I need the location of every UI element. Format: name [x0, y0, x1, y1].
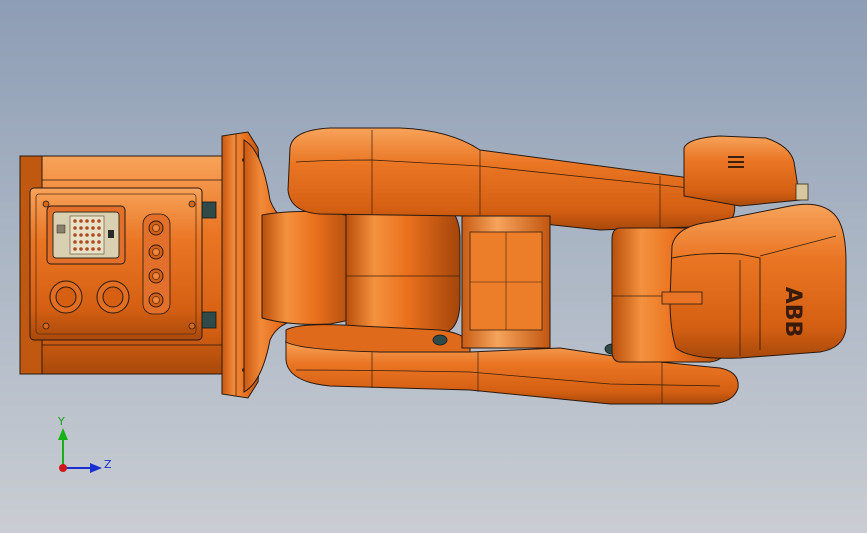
motor-shaft[interactable]: [461, 215, 551, 349]
wrist-motor-top[interactable]: [683, 135, 809, 207]
brand-logo: ABB: [780, 287, 805, 338]
y-axis-arrow-icon: [58, 428, 68, 440]
vent-icon: [728, 156, 744, 168]
y-axis-label: Y: [57, 415, 65, 428]
screw-icon: [188, 322, 196, 330]
origin-icon: [59, 464, 67, 472]
coordinate-triad[interactable]: Y Z: [57, 415, 112, 473]
z-axis-arrow-icon: [90, 463, 102, 473]
multi-pin-connector[interactable]: [46, 205, 126, 265]
screw-icon: [42, 200, 50, 208]
cad-viewport[interactable]: ABB Y Z: [0, 0, 867, 533]
screw-icon: [42, 322, 50, 330]
wrist-housing[interactable]: ABB: [661, 203, 847, 359]
z-axis-label: Z: [104, 458, 112, 471]
screw-icon: [188, 200, 196, 208]
small-ports[interactable]: [142, 213, 171, 315]
upper-arm-link[interactable]: [287, 127, 736, 231]
